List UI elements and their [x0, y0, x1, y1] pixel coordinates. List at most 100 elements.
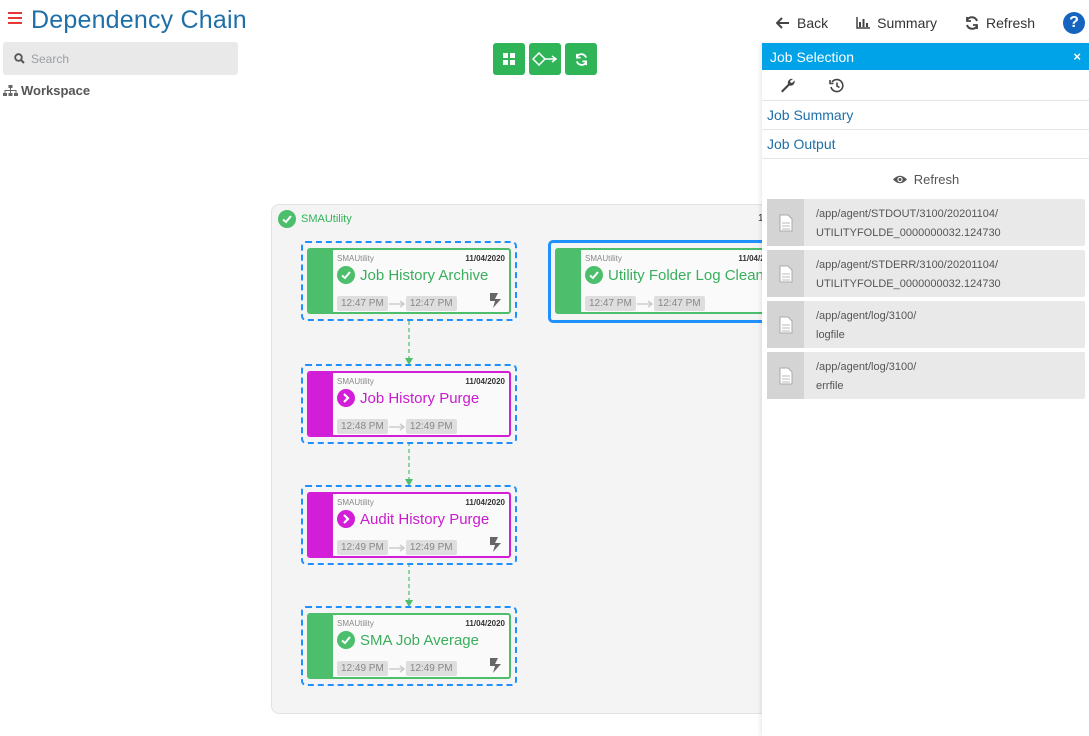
job-summary-link[interactable]: Job Summary: [762, 101, 1089, 130]
wrench-icon[interactable]: [780, 78, 795, 93]
bolt-icon: [490, 293, 501, 308]
file-path-line: /app/agent/log/3100/: [816, 310, 917, 322]
job-times: 12:49 PM 12:49 PM: [337, 540, 457, 555]
output-file-item[interactable]: /app/agent/STDERR/3100/20201104/UTILITYF…: [767, 250, 1085, 297]
job-selection-panel: Job Selection × Job Summary Job Output R…: [762, 43, 1089, 736]
file-path-line: /app/agent/STDERR/3100/20201104/: [816, 259, 999, 271]
search-icon: [14, 53, 25, 64]
job-name: Utility Folder Log Cleanup: [585, 266, 770, 284]
job-times: 12:48 PM 12:49 PM: [337, 419, 457, 434]
long-arrow-icon: [388, 543, 406, 552]
end-time: 12:49 PM: [405, 540, 457, 555]
job-date: 11/04/2020: [465, 619, 505, 628]
start-time: 12:47 PM: [585, 296, 636, 311]
help-icon[interactable]: ?: [1063, 12, 1086, 34]
job-name-label: SMA Job Average: [360, 631, 479, 649]
job-group: SMAUtility: [337, 377, 374, 386]
output-refresh-button[interactable]: Refresh: [762, 159, 1089, 199]
job-card[interactable]: SMAUtility 11/04/2020 SMA Job Average 12…: [307, 613, 511, 679]
job-node[interactable]: SMAUtility 11/04/2020 Audit History Purg…: [301, 485, 517, 565]
end-time: 12:47 PM: [405, 296, 457, 311]
hamburger-icon[interactable]: [8, 12, 22, 26]
back-button[interactable]: Back: [776, 15, 828, 31]
status-stripe: [309, 494, 333, 556]
job-card[interactable]: SMAUtility 11/04/2020 Utility Folder Log…: [555, 248, 770, 314]
job-node-selected[interactable]: SMAUtility 11/04/2020 Utility Folder Log…: [548, 240, 773, 323]
grid-view-button[interactable]: [493, 43, 525, 75]
file-name-line: UTILITYFOLDE_0000000032.124730: [816, 227, 1001, 239]
status-stripe: [309, 373, 333, 435]
status-stripe: [309, 615, 333, 677]
file-name-line: UTILITYFOLDE_0000000032.124730: [816, 278, 1001, 290]
page-title: Dependency Chain: [31, 6, 247, 34]
dependency-canvas[interactable]: SMAUtility 1 SMAUtility 11/04/2020 Job H…: [271, 204, 831, 714]
output-file-item[interactable]: /app/agent/log/3100/logfile: [767, 301, 1085, 348]
file-icon: [767, 250, 804, 297]
chevron-circle-icon: [337, 510, 355, 528]
check-circle-icon: [585, 266, 603, 284]
job-node[interactable]: SMAUtility 11/04/2020 SMA Job Average 12…: [301, 606, 517, 686]
job-card[interactable]: SMAUtility 11/04/2020 Job History Archiv…: [307, 248, 511, 314]
summary-button[interactable]: Summary: [856, 15, 937, 31]
history-icon[interactable]: [829, 78, 844, 93]
job-name-label: Utility Folder Log Cleanup: [608, 266, 770, 284]
job-name: Audit History Purge: [337, 510, 489, 528]
long-arrow-icon: [388, 664, 406, 673]
job-group: SMAUtility: [337, 254, 374, 263]
job-group: SMAUtility: [585, 254, 622, 263]
job-group: SMAUtility: [337, 619, 374, 628]
summary-label: Summary: [877, 15, 938, 31]
job-node[interactable]: SMAUtility 11/04/2020 Job History Purge …: [301, 364, 517, 444]
job-times: 12:47 PM 12:47 PM: [337, 296, 457, 311]
start-time: 12:47 PM: [337, 296, 388, 311]
job-name-label: Audit History Purge: [360, 510, 490, 528]
job-card[interactable]: SMAUtility 11/04/2020 Audit History Purg…: [307, 492, 511, 558]
file-icon: [767, 199, 804, 246]
workspace-tree-item[interactable]: Workspace: [3, 83, 90, 98]
refresh-label: Refresh: [986, 15, 1036, 31]
long-arrow-icon: [636, 299, 654, 308]
app-root: Dependency Chain Back Summary Refresh ? …: [0, 0, 1089, 736]
back-arrow-icon: [776, 17, 789, 29]
output-file-item[interactable]: /app/agent/STDOUT/3100/20201104/UTILITYF…: [767, 199, 1085, 246]
job-name-label: Job History Archive: [360, 266, 489, 284]
job-name-label: Job History Purge: [360, 389, 480, 407]
check-circle-icon: [337, 631, 355, 649]
sync-icon: [575, 52, 587, 66]
long-arrow-icon: [388, 299, 406, 308]
status-stripe: [309, 250, 333, 312]
diagram-toolbar: [493, 43, 601, 75]
file-path: /app/agent/log/3100/errfile: [804, 352, 916, 399]
diamond-arrow-icon: [532, 52, 558, 66]
back-label: Back: [797, 15, 829, 31]
panel-header: Job Selection ×: [762, 43, 1089, 70]
job-group: SMAUtility: [337, 498, 374, 507]
job-name: Job History Archive: [337, 266, 488, 284]
end-time: 12:49 PM: [405, 661, 457, 676]
check-circle-icon: [337, 266, 355, 284]
file-path: /app/agent/STDOUT/3100/20201104/UTILITYF…: [804, 199, 1001, 246]
job-name: Job History Purge: [337, 389, 479, 407]
file-name-line: errfile: [816, 380, 844, 392]
sync-button[interactable]: [565, 43, 597, 75]
file-icon: [767, 352, 804, 399]
refresh-button[interactable]: Refresh: [965, 15, 1035, 31]
start-time: 12:48 PM: [337, 419, 388, 434]
status-stripe: [557, 250, 581, 312]
start-time: 12:49 PM: [337, 540, 388, 555]
workspace-label: Workspace: [21, 83, 91, 98]
dependency-view-button[interactable]: [529, 43, 561, 75]
job-date: 11/04/2020: [465, 254, 505, 263]
job-node[interactable]: SMAUtility 11/04/2020 Job History Archiv…: [301, 241, 517, 321]
job-card[interactable]: SMAUtility 11/04/2020 Job History Purge …: [307, 371, 511, 437]
job-name: SMA Job Average: [337, 631, 479, 649]
search-input[interactable]: [31, 51, 231, 66]
job-output-link[interactable]: Job Output: [762, 130, 1089, 159]
bolt-icon: [490, 537, 501, 552]
close-icon[interactable]: ×: [1073, 49, 1081, 64]
job-date: 11/04/2020: [465, 498, 505, 507]
search-box: [3, 42, 238, 75]
file-path: /app/agent/log/3100/logfile: [804, 301, 916, 348]
output-refresh-label: Refresh: [913, 171, 960, 187]
output-file-item[interactable]: /app/agent/log/3100/errfile: [767, 352, 1085, 399]
